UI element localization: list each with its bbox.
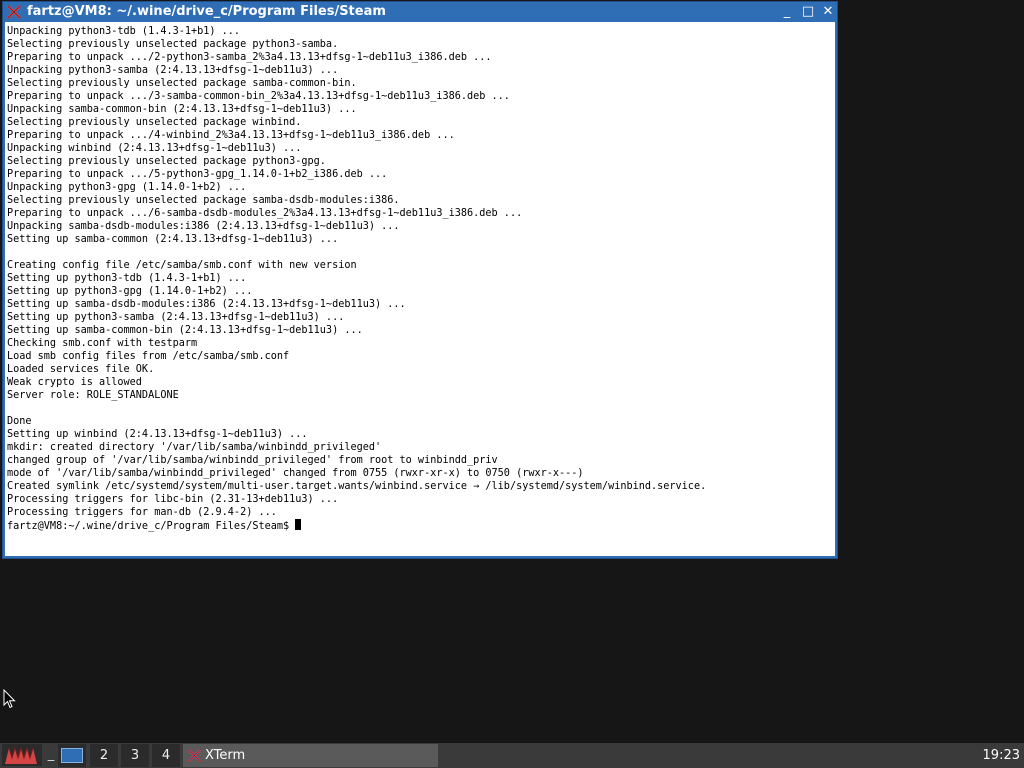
mouse-pointer-icon (3, 689, 16, 709)
terminal-line: Unpacking python3-samba (2:4.13.13+dfsg-… (7, 65, 339, 76)
workspace-2[interactable]: 2 (90, 744, 118, 767)
terminal-line: Done (7, 416, 32, 427)
terminal-line: Load smb config files from /etc/samba/sm… (7, 351, 290, 362)
terminal-line: Unpacking python3-gpg (1.14.0-1+b2) ... (7, 182, 247, 193)
terminal-line: Preparing to unpack .../4-winbind_2%3a4.… (7, 130, 455, 141)
window-titlebar[interactable]: fartz@VM8: ~/.wine/drive_c/Program Files… (3, 2, 837, 22)
minimize-button[interactable]: _ (779, 4, 795, 20)
workspace-1-thumbnail (61, 748, 83, 763)
terminal-line: Checking smb.conf with testparm (7, 338, 198, 349)
terminal-line: Server role: ROLE_STANDALONE (7, 390, 179, 401)
xterm-window[interactable]: fartz@VM8: ~/.wine/drive_c/Program Files… (2, 1, 838, 559)
terminal-line: Unpacking winbind (2:4.13.13+dfsg-1~deb1… (7, 143, 302, 154)
terminal-line: Setting up python3-samba (2:4.13.13+dfsg… (7, 312, 345, 323)
terminal-line: Selecting previously unselected package … (7, 156, 326, 167)
xterm-icon (7, 5, 21, 19)
terminal-prompt: fartz@VM8:~/.wine/drive_c/Program Files/… (7, 521, 296, 532)
terminal-area[interactable]: Unpacking python3-tdb (1.4.3-1+b1) ... S… (5, 22, 835, 556)
terminal-line: Preparing to unpack .../3-samba-common-b… (7, 91, 510, 102)
terminal-line: Processing triggers for man-db (2.9.4-2)… (7, 507, 277, 518)
menu-logo-icon[interactable] (2, 744, 42, 766)
terminal-line: mode of '/var/lib/samba/winbindd_privile… (7, 468, 584, 479)
terminal-line: Unpacking samba-common-bin (2:4.13.13+df… (7, 104, 357, 115)
terminal-line: changed group of '/var/lib/samba/winbind… (7, 455, 498, 466)
terminal-line: Loaded services file OK. (7, 364, 155, 375)
terminal-line: Unpacking samba-dsdb-modules:i386 (2:4.1… (7, 221, 400, 232)
clock: 19:23 (982, 748, 1020, 763)
terminal-line: mkdir: created directory '/var/lib/samba… (7, 442, 382, 453)
terminal-line: Setting up python3-gpg (1.14.0-1+b2) ... (7, 286, 253, 297)
xterm-icon (188, 749, 201, 762)
terminal-line: Setting up winbind (2:4.13.13+dfsg-1~deb… (7, 429, 308, 440)
taskbar-item-xterm[interactable]: XTerm (183, 744, 438, 767)
window-title: fartz@VM8: ~/.wine/drive_c/Program Files… (27, 4, 386, 19)
close-button[interactable]: ✕ (820, 4, 836, 20)
text-cursor (295, 519, 302, 530)
terminal-line: Selecting previously unselected package … (7, 78, 357, 89)
terminal-line: Preparing to unpack .../5-python3-gpg_1.… (7, 169, 388, 180)
terminal-line: Processing triggers for libc-bin (2.31-1… (7, 494, 339, 505)
terminal-line: Setting up samba-dsdb-modules:i386 (2:4.… (7, 299, 406, 310)
terminal-line: Created symlink /etc/systemd/system/mult… (7, 481, 707, 492)
terminal-line: Setting up python3-tdb (1.4.3-1+b1) ... (7, 273, 247, 284)
workspace-4[interactable]: 4 (152, 744, 180, 767)
terminal-line: Unpacking python3-tdb (1.4.3-1+b1) ... (7, 26, 241, 37)
terminal-line: Preparing to unpack .../6-samba-dsdb-mod… (7, 208, 523, 219)
terminal-line: Selecting previously unselected package … (7, 195, 400, 206)
taskbar: _ 2 3 4 XTerm 19:23 (0, 743, 1024, 768)
terminal-line: Preparing to unpack .../2-python3-samba_… (7, 52, 492, 63)
terminal-line: Setting up samba-common-bin (2:4.13.13+d… (7, 325, 363, 336)
workspace-1[interactable] (58, 744, 86, 767)
terminal-line: Setting up samba-common (2:4.13.13+dfsg-… (7, 234, 339, 245)
terminal-line: Selecting previously unselected package … (7, 39, 339, 50)
terminal-line: Creating config file /etc/samba/smb.conf… (7, 260, 357, 271)
terminal-line: Selecting previously unselected package … (7, 117, 302, 128)
terminal-lines: Unpacking python3-tdb (1.4.3-1+b1) ... S… (7, 26, 706, 518)
terminal-line: Weak crypto is allowed (7, 377, 142, 388)
workspace-3[interactable]: 3 (121, 744, 149, 767)
taskbar-item-label: XTerm (205, 748, 246, 763)
maximize-button[interactable]: □ (800, 4, 816, 20)
terminal-output: Unpacking python3-tdb (1.4.3-1+b1) ... S… (7, 25, 706, 533)
launcher-button[interactable]: _ (45, 745, 57, 765)
